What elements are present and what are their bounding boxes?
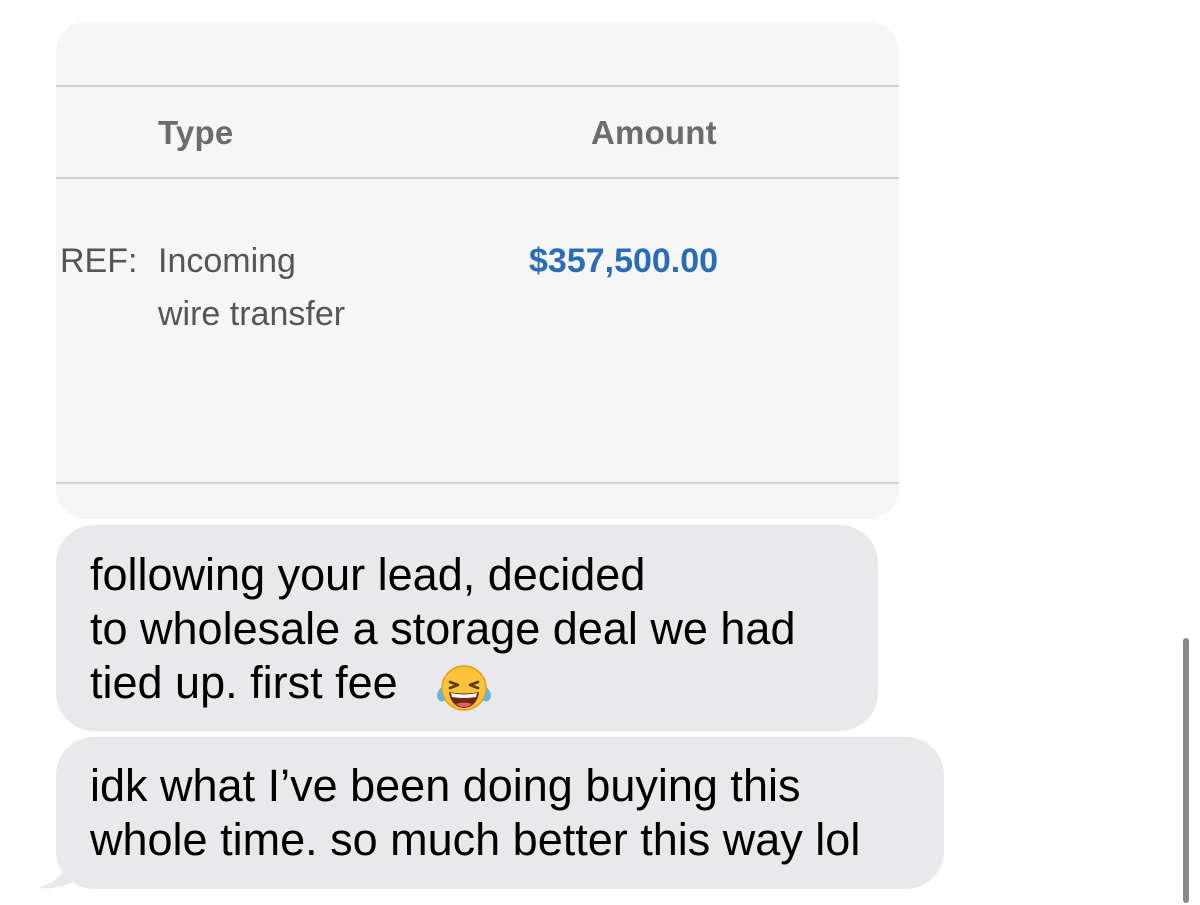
message-text-line: tied up. first fee <box>90 657 398 708</box>
transaction-amount: $357,500.00 <box>529 242 719 280</box>
received-message-bubble[interactable]: idk what I’ve been doing buying this who… <box>56 737 944 889</box>
message-text-line: following your lead, decided <box>90 549 646 600</box>
amount-column-header: Amount <box>591 114 717 151</box>
type-column-header: Type <box>158 114 234 151</box>
message-thread: Type Amount REF: Incoming wire transfer … <box>0 0 1200 905</box>
transaction-screenshot-attachment[interactable]: Type Amount REF: Incoming wire transfer … <box>56 22 899 519</box>
transaction-type-line: Incoming <box>158 242 296 280</box>
message-text-line: to wholesale a storage deal we had <box>90 603 796 654</box>
message-text-line: idk what I’ve been doing buying this <box>90 760 801 811</box>
divider <box>56 177 899 179</box>
divider <box>56 482 899 484</box>
bubble-tail <box>38 852 84 889</box>
divider <box>56 85 899 87</box>
transaction-type-line: wire transfer <box>158 295 346 333</box>
face-with-tears-of-joy-icon <box>437 665 491 711</box>
scroll-indicator[interactable] <box>1183 638 1189 903</box>
received-message-bubble[interactable]: following your lead, decided to wholesal… <box>56 525 878 731</box>
message-text-line: whole time. so much better this way lol <box>90 814 861 865</box>
ref-label: REF: <box>60 242 138 280</box>
